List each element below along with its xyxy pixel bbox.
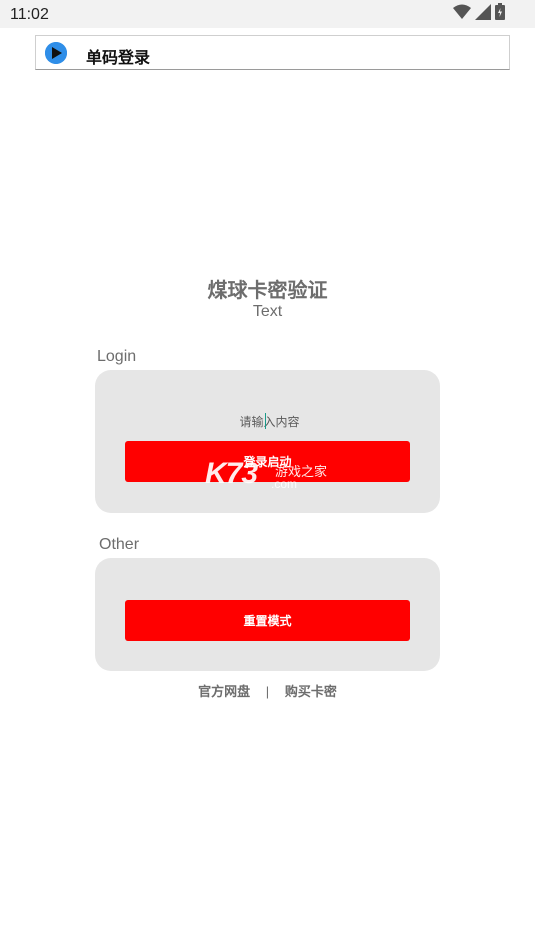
page-title: 煤球卡密验证 [207, 280, 328, 302]
buy-card-key-link[interactable]: 购买卡密 [285, 684, 337, 699]
play-icon [45, 42, 67, 64]
card-key-input[interactable] [95, 410, 444, 434]
cell-signal-icon [475, 3, 491, 25]
footer-separator: | [265, 684, 270, 699]
app-title-bar: 单码登录 [35, 35, 510, 70]
battery-icon [495, 3, 505, 25]
app-title: 单码登录 [86, 50, 151, 67]
login-section-label: Login [97, 348, 137, 365]
footer-links: 官方网盘 | 购买卡密 [0, 681, 535, 700]
official-drive-link[interactable]: 官方网盘 [198, 684, 250, 699]
text-cursor [265, 413, 266, 429]
other-section-label: Other [99, 536, 140, 553]
status-icons [453, 3, 505, 25]
other-card: 重置模式 [95, 558, 440, 671]
page-subtitle: Text [252, 303, 283, 320]
login-start-button[interactable]: 登录启动 [125, 441, 410, 482]
status-time: 11:02 [10, 6, 49, 23]
login-card: 登录启动 [95, 370, 444, 513]
wifi-icon [453, 4, 471, 25]
reset-mode-button[interactable]: 重置模式 [125, 600, 410, 641]
status-bar: 11:02 [0, 0, 535, 28]
